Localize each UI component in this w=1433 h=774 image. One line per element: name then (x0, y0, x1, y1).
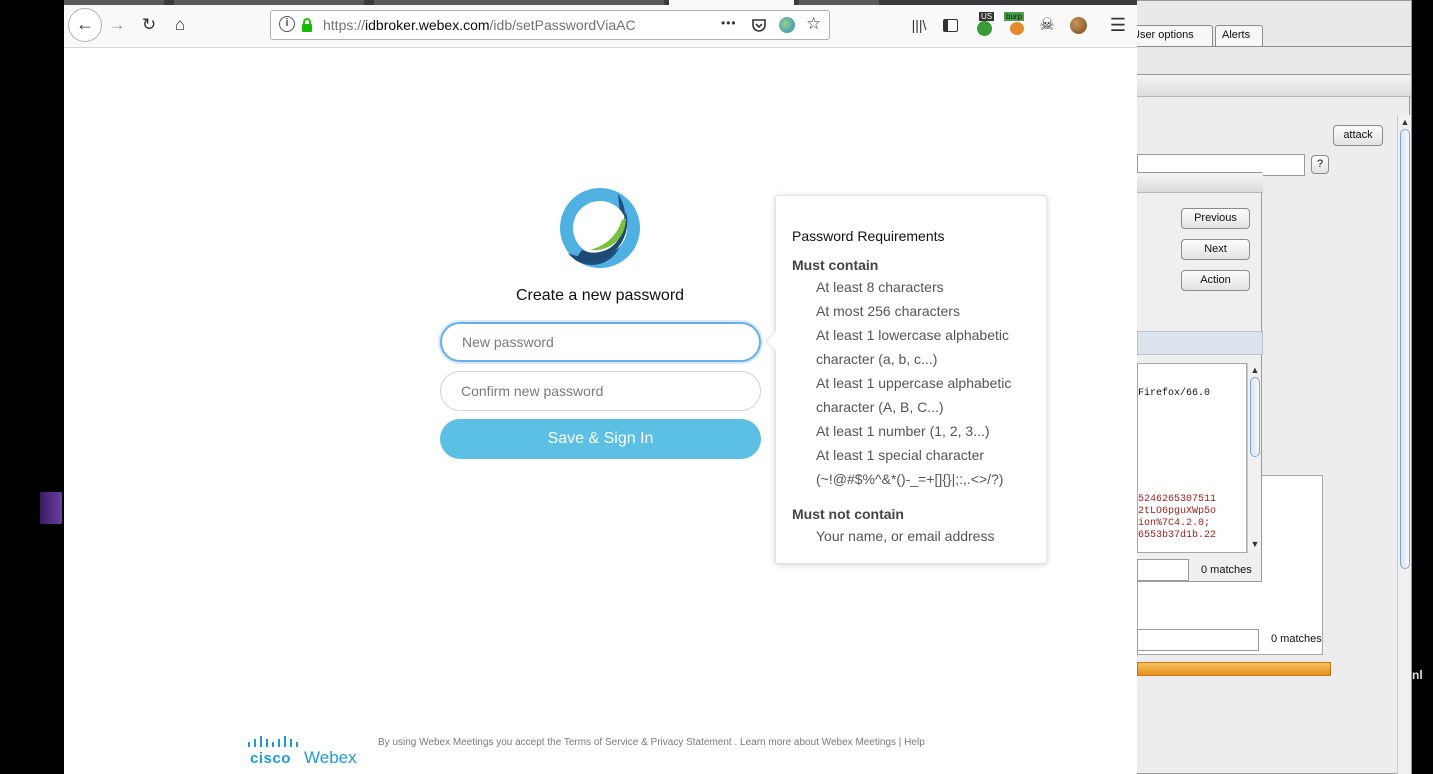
info-icon[interactable]: i (279, 16, 295, 32)
back-button[interactable]: ← (68, 8, 102, 42)
lock-icon[interactable] (301, 18, 313, 32)
cisco-wordmark: cisco (250, 750, 291, 767)
more-actions-icon[interactable]: ••• (721, 16, 737, 30)
tab-active[interactable] (669, 0, 794, 5)
request-scrollbar[interactable]: ▲ ▼ (1247, 363, 1261, 553)
reload-button[interactable]: ↻ (136, 12, 162, 38)
home-icon: ⌂ (174, 15, 186, 34)
scroll-up-icon[interactable]: ▲ (1248, 365, 1262, 375)
tooltip-caret (765, 331, 785, 351)
help-button[interactable]: ? (1311, 155, 1329, 174)
us-extension[interactable]: US (975, 12, 995, 36)
tab[interactable] (174, 0, 364, 5)
footer-legal-text[interactable]: By using Webex Meetings you accept the T… (378, 737, 925, 748)
page-title: Create a new password (515, 287, 685, 304)
save-sign-in-button[interactable]: Save & Sign In (440, 419, 761, 459)
cookie-extension-button[interactable] (1070, 17, 1087, 34)
tab[interactable] (799, 0, 879, 5)
foxy-proxy-icon (1010, 22, 1024, 35)
attack-scrollbar[interactable]: ▲ (1397, 115, 1411, 774)
must-not-contain-list: Your name, or email address (816, 524, 1041, 548)
url-text[interactable]: https://idbroker.webex.com/idb/setPasswo… (323, 17, 636, 33)
previous-button[interactable]: Previous (1181, 208, 1250, 229)
tab-strip (64, 0, 1137, 5)
burp-badge: burp (1004, 12, 1025, 21)
hex-line-1: 5246265307511 (1138, 494, 1217, 505)
list-item: At least 1 special character (~!@#$%^&*(… (816, 447, 1004, 487)
request-panel: Firefox/66.0 5246265307511 2tLO6pguXWp5o… (1137, 363, 1247, 553)
requirements-title: Password Requirements (792, 228, 945, 244)
attack-button[interactable]: attack (1333, 125, 1383, 146)
list-item: Your name, or email address (816, 528, 995, 544)
tab-alerts[interactable]: Alerts (1215, 25, 1263, 46)
scroll-down-icon[interactable]: ▼ (1248, 539, 1262, 549)
browser-window: ← → ↻ ⌂ i https://idbroker.webex.com/idb… (64, 0, 1137, 774)
sidebar-icon (942, 19, 958, 32)
arrow-left-icon: ← (76, 14, 94, 34)
menu-button[interactable]: ☰ (1105, 12, 1131, 38)
forward-button[interactable]: → (104, 12, 130, 38)
message-tab-strip (1137, 331, 1263, 355)
action-button[interactable]: Action (1181, 270, 1250, 291)
cisco-bars-icon (248, 736, 298, 747)
hex-line-3: ion%7C4.2.0; (1138, 518, 1211, 529)
new-password-input[interactable] (440, 322, 761, 362)
burp-extension[interactable]: burp (1004, 12, 1028, 36)
library-button[interactable]: |||\ (906, 12, 932, 38)
matches-label-1: 0 matches (1201, 564, 1252, 576)
url-bar[interactable]: i https://idbroker.webex.com/idb/setPass… (270, 10, 830, 40)
list-item: At least 1 lowercase alphabetic characte… (816, 327, 1009, 367)
hex-line-2: 2tLO6pguXWp5o (1138, 506, 1217, 517)
skull-extension-button[interactable]: ☠ (1034, 12, 1060, 38)
bookmark-star-icon[interactable]: ☆ (806, 14, 821, 34)
list-item: At least 8 characters (816, 279, 944, 295)
list-item: At least 1 number (1, 2, 3...) (816, 423, 990, 439)
edge-text: nl (1412, 668, 1423, 682)
background-artifact (40, 492, 62, 524)
tab[interactable] (374, 0, 664, 5)
hamburger-menu-icon: ☰ (1109, 15, 1127, 35)
page-footer: cisco Webex By using Webex Meetings you … (64, 724, 1137, 774)
progress-bar (1137, 662, 1331, 676)
next-button[interactable]: Next (1181, 239, 1250, 260)
password-requirements-tooltip: Password Requirements Must contain At le… (765, 195, 1047, 564)
scroll-thumb[interactable] (1400, 129, 1410, 569)
tab-underline (1111, 46, 1413, 47)
webex-wordmark: Webex (304, 748, 357, 767)
cisco-webex-logo: cisco Webex (246, 734, 366, 768)
globe-extension-icon[interactable] (779, 17, 795, 33)
list-item: At most 256 characters (816, 303, 960, 319)
arrow-right-icon: → (108, 15, 126, 34)
screen: User options Alerts nl attack ? ▲ 0 matc… (0, 0, 1433, 774)
globe-green-icon (977, 21, 992, 36)
request-user-agent: Firefox/66.0 (1138, 388, 1211, 399)
search-field-2[interactable] (1137, 629, 1259, 651)
browser-toolbar: ← → ↻ ⌂ i https://idbroker.webex.com/idb… (64, 0, 1137, 48)
reload-icon: ↻ (141, 15, 157, 34)
scroll-thumb[interactable] (1250, 377, 1260, 457)
skull-icon: ☠ (1039, 15, 1055, 34)
confirm-password-input[interactable] (440, 371, 761, 411)
tab-user-options[interactable]: User options (1125, 25, 1213, 46)
tab[interactable] (64, 0, 164, 5)
home-button[interactable]: ⌂ (167, 12, 193, 38)
must-contain-list: At least 8 characters At most 256 charac… (816, 275, 1041, 491)
us-badge: US (979, 12, 995, 21)
window-topbar (1101, 75, 1411, 97)
sidebar-button[interactable] (937, 12, 963, 38)
search-field-1[interactable] (1137, 559, 1189, 581)
scroll-up-icon[interactable]: ▲ (1398, 117, 1412, 127)
hex-line-4: 6553b37d1b.22 (1138, 530, 1217, 541)
pocket-icon[interactable] (751, 17, 767, 38)
library-icon: |||\ (911, 17, 927, 33)
matches-label-2: 0 matches (1271, 633, 1322, 645)
list-item: At least 1 uppercase alphabetic characte… (816, 375, 1012, 415)
must-not-contain-heading: Must not contain (792, 506, 904, 522)
webex-logo-icon (560, 188, 640, 268)
dark-frame (1412, 0, 1433, 774)
must-contain-heading: Must contain (792, 257, 879, 273)
